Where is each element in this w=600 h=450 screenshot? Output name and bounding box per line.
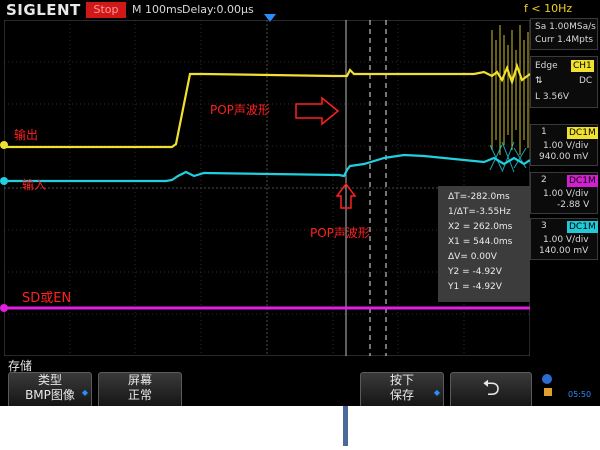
chevron-icon: ◆ xyxy=(81,388,88,397)
pop-label-top: POP声波形 xyxy=(210,103,270,117)
cursor-measurement-panel: ΔT=-282.0ms 1/ΔT=-3.55Hz X2 = 262.0ms X1… xyxy=(438,186,530,302)
memory-depth: Curr 1.4Mpts xyxy=(535,35,594,45)
trigger-panel[interactable]: Edge CH1 ⇅ DC L 3.56V xyxy=(530,56,598,108)
channel-3-offset: 140.00 mV xyxy=(539,246,589,256)
edge-slope-icon: ⇅ xyxy=(535,76,543,86)
delta-v-readout: ΔV= 0.00V xyxy=(448,252,497,262)
screen-label: 屏幕 xyxy=(127,373,152,387)
status-bar: SIGLENT Stop M 100ms Delay:0.00μs xyxy=(0,0,530,22)
channel-3-number: 3 xyxy=(541,221,547,231)
save-type-value: BMP图像 xyxy=(25,388,75,402)
trigger-type: Edge xyxy=(535,61,558,71)
brand-logo: SIGLENT xyxy=(6,1,81,19)
delay-readout[interactable]: Delay:0.00μs xyxy=(182,3,254,16)
channel-3-marker[interactable] xyxy=(0,177,8,185)
save-type-button[interactable]: 类型 BMP图像 ◆ xyxy=(8,372,92,406)
y1-readout: Y1 = -4.92V xyxy=(448,282,502,292)
pop-arrow-right-icon xyxy=(295,96,340,126)
y2-readout: Y2 = -4.92V xyxy=(448,267,502,277)
trigger-level: L 3.56V xyxy=(535,92,570,102)
channel-3-panel[interactable]: 3 DC1M 1.00 V/div 140.00 mV xyxy=(530,218,598,260)
output-label: 输出 xyxy=(14,128,39,142)
x2-readout: X2 = 262.0ms xyxy=(448,222,513,232)
usb-icon xyxy=(542,374,552,384)
press-save-label: 按下 xyxy=(389,373,414,387)
marker-bar xyxy=(343,406,348,446)
softkey-menu: 存储 类型 BMP图像 ◆ 屏幕 正常 按下 保存 ◆ ⮌ 05:50 xyxy=(0,356,600,406)
channel-2-coupling: DC1M xyxy=(567,175,598,187)
run-stop-indicator[interactable]: Stop xyxy=(86,2,126,18)
delta-t-readout: ΔT=-282.0ms xyxy=(448,192,510,202)
oscilloscope-screen: SIGLENT Stop M 100ms Delay:0.00μs f < 10… xyxy=(0,0,600,406)
trigger-frequency: f < 10Hz xyxy=(524,2,573,15)
save-type-label: 类型 xyxy=(37,373,62,387)
channel-3-coupling: DC1M xyxy=(567,221,598,233)
channel-1-scale: 1.00 V/div xyxy=(543,141,589,151)
chevron-icon: ◆ xyxy=(433,388,440,397)
sd-en-label: SD或EN xyxy=(22,291,72,306)
trigger-coupling: DC xyxy=(579,76,593,86)
press-save-value: 保存 xyxy=(389,388,414,402)
acquisition-panel[interactable]: Sa 1.00MSa/s Curr 1.4Mpts xyxy=(530,18,598,50)
back-button[interactable]: ⮌ xyxy=(450,372,532,406)
screen-button[interactable]: 屏幕 正常 xyxy=(98,372,182,406)
sample-rate: Sa 1.00MSa/s xyxy=(535,22,596,32)
input-label: 输入 xyxy=(22,178,47,192)
channel-1-panel[interactable]: 1 DC1M 1.00 V/div 940.00 mV xyxy=(530,124,598,166)
trigger-source-badge: CH1 xyxy=(571,60,594,72)
x1-readout: X1 = 544.0ms xyxy=(448,237,513,247)
channel-1-marker[interactable] xyxy=(0,141,8,149)
channel-2-panel[interactable]: 2 DC1M 1.00 V/div -2.88 V xyxy=(530,172,598,214)
channel-2-offset: -2.88 V xyxy=(557,200,590,210)
channel-1-number: 1 xyxy=(541,127,547,137)
inverse-delta-t-readout: 1/ΔT=-3.55Hz xyxy=(448,207,511,217)
channel-1-coupling: DC1M xyxy=(567,127,598,139)
channel-2-number: 2 xyxy=(541,175,547,185)
return-arrow-icon: ⮌ xyxy=(482,376,500,401)
channel-1-burst xyxy=(491,25,529,155)
channel-2-scale: 1.00 V/div xyxy=(543,189,589,199)
pop-label-bottom: POP声波形 xyxy=(310,226,370,240)
clock-readout: 05:50 xyxy=(568,390,592,399)
timebase-readout[interactable]: M 100ms xyxy=(132,3,182,16)
press-save-button[interactable]: 按下 保存 ◆ xyxy=(360,372,444,406)
channel-1-offset: 940.00 mV xyxy=(539,152,589,162)
channel-3-scale: 1.00 V/div xyxy=(543,235,589,245)
screen-value: 正常 xyxy=(127,388,152,402)
network-icon xyxy=(544,388,552,396)
channel-2-marker[interactable] xyxy=(0,304,8,312)
